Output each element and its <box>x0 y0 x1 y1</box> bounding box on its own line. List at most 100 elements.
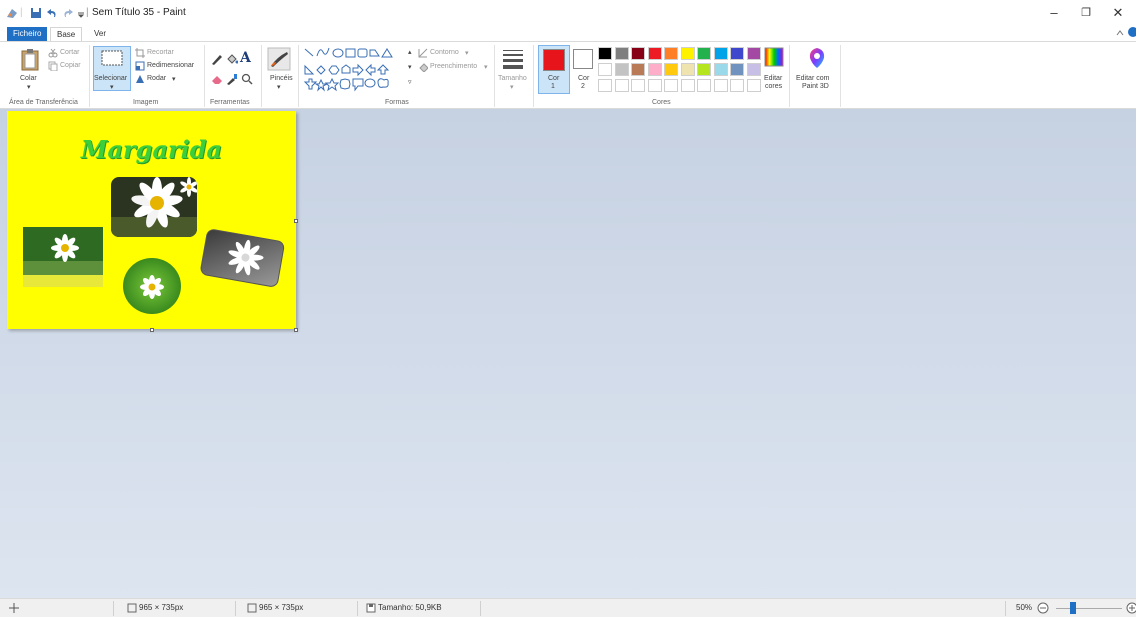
title-separator-2: | <box>86 7 89 18</box>
palette-swatch[interactable] <box>680 63 695 76</box>
palette-swatch[interactable] <box>713 79 728 92</box>
shapes-scroll-up-icon[interactable]: ▴ <box>408 48 412 56</box>
outline-button[interactable]: Contorno <box>430 49 459 56</box>
fill-dropdown-icon[interactable]: ▾ <box>484 63 488 71</box>
palette-swatch[interactable] <box>730 47 744 60</box>
text-tool-icon[interactable]: A <box>240 50 251 66</box>
paste-label[interactable]: Colar <box>20 75 37 82</box>
palette-swatch[interactable] <box>614 47 629 60</box>
palette-swatch[interactable] <box>598 79 612 92</box>
image-size: 965 × 735px <box>259 603 304 612</box>
shapes-scroll-down-icon[interactable]: ▾ <box>408 63 412 71</box>
palette-swatch[interactable] <box>664 63 678 76</box>
palette-swatch[interactable] <box>697 63 711 76</box>
shapes-expand-icon[interactable]: ▿ <box>408 78 412 86</box>
paste-dropdown-icon[interactable]: ▾ <box>27 83 31 91</box>
color2-swatch[interactable] <box>573 49 593 69</box>
palette-swatch[interactable] <box>647 47 662 60</box>
tab-file[interactable]: Ficheiro <box>7 27 48 41</box>
edit-colors-label[interactable]: Editar <box>764 75 782 82</box>
ribbon-tabs: Ficheiro Base Ver <box>0 26 1136 41</box>
palette-swatch[interactable] <box>664 79 678 92</box>
paint3d-label[interactable]: Editar com <box>796 75 829 82</box>
undo-icon[interactable] <box>46 7 58 19</box>
color-picker-icon[interactable] <box>226 73 238 85</box>
palette-swatch[interactable] <box>746 63 761 76</box>
drawing-canvas[interactable]: Margarida <box>7 111 296 329</box>
save-icon[interactable] <box>30 7 42 19</box>
size-dropdown-icon[interactable]: ▾ <box>510 83 514 91</box>
quick-access-dropdown-icon[interactable] <box>77 7 85 19</box>
paint3d-label-2[interactable]: Paint 3D <box>802 83 829 90</box>
maximize-button[interactable]: ❐ <box>1071 4 1101 22</box>
brushes-dropdown-icon[interactable]: ▾ <box>277 83 281 91</box>
daisy-photo-2 <box>23 227 103 287</box>
palette-swatch[interactable] <box>664 47 678 60</box>
resize-handle-corner[interactable] <box>294 328 298 332</box>
zoom-in-icon[interactable] <box>1126 602 1136 614</box>
palette-swatch[interactable] <box>713 63 728 76</box>
palette-swatch[interactable] <box>598 47 612 60</box>
palette-swatch[interactable] <box>746 79 761 92</box>
select-dropdown-icon[interactable]: ▾ <box>110 83 114 91</box>
size-label[interactable]: Tamanho <box>498 75 527 82</box>
edit-colors-icon[interactable] <box>764 47 784 67</box>
cut-button[interactable]: Cortar <box>60 49 79 56</box>
eraser-icon[interactable] <box>211 73 223 85</box>
palette-swatch[interactable] <box>730 79 744 92</box>
help-icon[interactable] <box>1128 27 1136 37</box>
rotate-dropdown-icon[interactable]: ▾ <box>172 75 176 83</box>
selection-size: 965 × 735px <box>139 603 184 612</box>
edit-colors-label-2[interactable]: cores <box>765 83 782 90</box>
resize-handle-right[interactable] <box>294 219 298 223</box>
zoom-track[interactable] <box>1056 608 1122 609</box>
tab-home[interactable]: Base <box>50 27 83 41</box>
palette-swatch[interactable] <box>746 47 761 60</box>
palette-swatch[interactable] <box>680 79 695 92</box>
rotate-button[interactable]: Rodar <box>147 75 166 82</box>
fill-icon <box>419 63 428 72</box>
palette-swatch[interactable] <box>598 63 612 76</box>
magnifier-icon[interactable] <box>241 73 253 85</box>
crop-button[interactable]: Recortar <box>147 49 174 56</box>
outline-dropdown-icon[interactable]: ▾ <box>465 49 469 57</box>
brush-icon[interactable] <box>267 47 291 71</box>
palette-swatch[interactable] <box>647 79 662 92</box>
zoom-out-icon[interactable] <box>1037 602 1049 614</box>
shapes-gallery[interactable] <box>303 46 415 92</box>
redo-icon[interactable] <box>62 7 74 19</box>
color1-swatch <box>543 49 565 71</box>
color2-label[interactable]: Cor <box>578 75 589 82</box>
tab-view[interactable]: Ver <box>88 27 112 41</box>
palette-swatch[interactable] <box>697 47 711 60</box>
palette-swatch[interactable] <box>631 47 645 60</box>
close-button[interactable]: ✕ <box>1103 4 1133 22</box>
resize-handle-bottom[interactable] <box>150 328 154 332</box>
paint3d-icon[interactable] <box>807 47 827 69</box>
copy-button[interactable]: Copiar <box>60 62 81 69</box>
brushes-label[interactable]: Pincéis <box>270 75 293 82</box>
palette-swatch[interactable] <box>713 47 728 60</box>
palette-swatch[interactable] <box>614 79 629 92</box>
paste-icon[interactable] <box>20 47 40 71</box>
resize-button[interactable]: Redimensionar <box>147 62 194 69</box>
minimize-button[interactable]: – <box>1039 4 1069 22</box>
daisy-photo-1 <box>111 177 197 237</box>
status-bar: 965 × 735px 965 × 735px Tamanho: 50,9KB … <box>0 598 1136 617</box>
palette-swatch[interactable] <box>680 47 695 60</box>
palette-swatch[interactable] <box>697 79 711 92</box>
collapse-ribbon-icon[interactable] <box>1116 29 1124 37</box>
fill-button[interactable]: Preenchimento <box>430 63 477 70</box>
paint-app-icon[interactable] <box>5 7 19 19</box>
palette-swatch[interactable] <box>647 63 662 76</box>
canvas-workspace[interactable]: Margarida <box>0 109 1136 598</box>
palette-swatch[interactable] <box>631 63 645 76</box>
palette-swatch[interactable] <box>614 63 629 76</box>
size-icon[interactable] <box>501 47 525 71</box>
palette-swatch[interactable] <box>730 63 744 76</box>
pencil-icon[interactable] <box>211 53 223 65</box>
palette-swatch[interactable] <box>631 79 645 92</box>
zoom-slider-thumb[interactable] <box>1070 602 1076 614</box>
fill-bucket-icon[interactable] <box>226 53 238 65</box>
group-separator <box>789 45 790 107</box>
